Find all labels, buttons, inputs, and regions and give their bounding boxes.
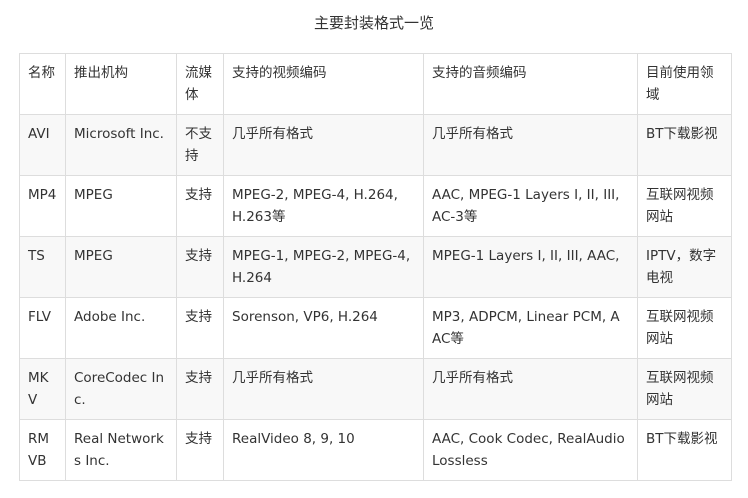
cell-video-codecs: 几乎所有格式 [223,358,424,420]
header-streaming: 流媒体 [176,53,224,115]
cell-usage: BT下载影视 [637,114,732,176]
cell-audio-codecs: AAC, Cook Codec, RealAudio Lossless [423,419,638,481]
cell-name: MKV [19,358,66,420]
cell-streaming: 支持 [176,419,224,481]
header-name: 名称 [19,53,66,115]
cell-usage: 互联网视频网站 [637,175,732,237]
cell-usage: 互联网视频网站 [637,358,732,420]
table-caption: 主要封装格式一览 [313,14,434,32]
cell-streaming: 支持 [176,358,224,420]
cell-publisher: MPEG [65,236,177,298]
table-row: TS MPEG 支持 MPEG-1, MPEG-2, MPEG-4, H.264… [19,236,732,298]
cell-publisher: Microsoft Inc. [65,114,177,176]
table-row: RMVB Real Networks Inc. 支持 RealVideo 8, … [19,419,732,481]
cell-streaming: 支持 [176,175,224,237]
header-audio-codecs: 支持的音频编码 [423,53,638,115]
container-format-table: 名称 推出机构 流媒体 支持的视频编码 支持的音频编码 目前使用领域 AVI M… [19,53,732,481]
cell-audio-codecs: MP3, ADPCM, Linear PCM, AAC等 [423,297,638,359]
header-video-codecs: 支持的视频编码 [223,53,424,115]
cell-audio-codecs: MPEG-1 Layers I, II, III, AAC, [423,236,638,298]
cell-publisher: CoreCodec Inc. [65,358,177,420]
cell-streaming: 支持 [176,236,224,298]
cell-publisher: Adobe Inc. [65,297,177,359]
cell-name: FLV [19,297,66,359]
header-usage: 目前使用领域 [637,53,732,115]
table-row: AVI Microsoft Inc. 不支持 几乎所有格式 几乎所有格式 BT下… [19,114,732,176]
cell-audio-codecs: 几乎所有格式 [423,358,638,420]
cell-name: TS [19,236,66,298]
table-row: FLV Adobe Inc. 支持 Sorenson, VP6, H.264 M… [19,297,732,359]
cell-usage: 互联网视频网站 [637,297,732,359]
cell-video-codecs: MPEG-2, MPEG-4, H.264, H.263等 [223,175,424,237]
cell-publisher: MPEG [65,175,177,237]
cell-name: RMVB [19,419,66,481]
cell-publisher: Real Networks Inc. [65,419,177,481]
cell-streaming: 支持 [176,297,224,359]
header-publisher: 推出机构 [65,53,177,115]
cell-audio-codecs: 几乎所有格式 [423,114,638,176]
cell-streaming: 不支持 [176,114,224,176]
cell-video-codecs: MPEG-1, MPEG-2, MPEG-4, H.264 [223,236,424,298]
cell-name: MP4 [19,175,66,237]
cell-video-codecs: 几乎所有格式 [223,114,424,176]
cell-video-codecs: RealVideo 8, 9, 10 [223,419,424,481]
table-row: MKV CoreCodec Inc. 支持 几乎所有格式 几乎所有格式 互联网视… [19,358,732,420]
cell-usage: BT下载影视 [637,419,732,481]
table-header-row: 名称 推出机构 流媒体 支持的视频编码 支持的音频编码 目前使用领域 [19,53,732,115]
cell-audio-codecs: AAC, MPEG-1 Layers I, II, III, AC-3等 [423,175,638,237]
cell-usage: IPTV，数字电视 [637,236,732,298]
cell-video-codecs: Sorenson, VP6, H.264 [223,297,424,359]
cell-name: AVI [19,114,66,176]
table-row: MP4 MPEG 支持 MPEG-2, MPEG-4, H.264, H.263… [19,175,732,237]
